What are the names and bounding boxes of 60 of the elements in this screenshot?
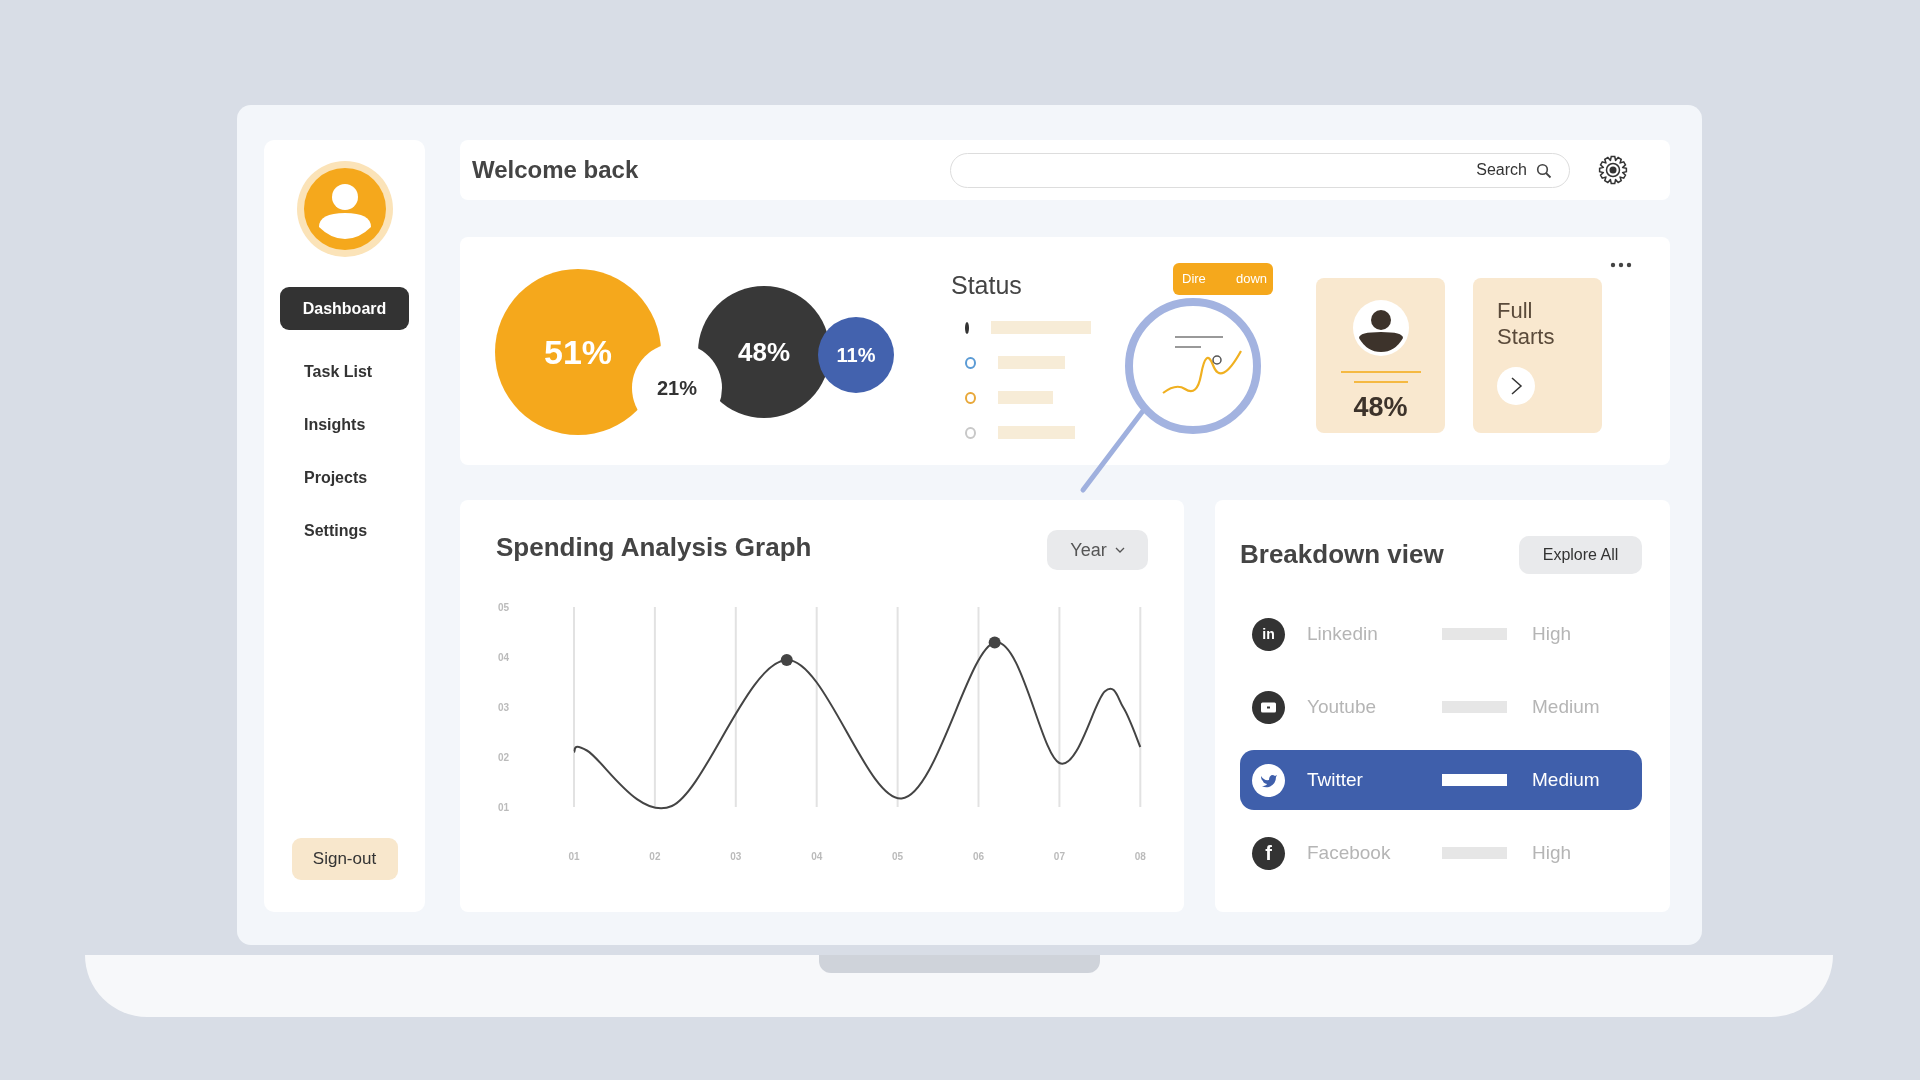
axis-label: 01 xyxy=(568,851,580,862)
logo-icon: in xyxy=(1252,617,1285,651)
placeholder-bar xyxy=(1442,701,1507,713)
priority-level: Medium xyxy=(1532,767,1600,792)
nav-item[interactable]: Projects xyxy=(280,456,409,499)
chevron-down-icon xyxy=(1114,547,1125,553)
axis-label: 04 xyxy=(498,652,510,663)
priority-level: Medium xyxy=(1532,694,1600,719)
profile-percentage: 48% xyxy=(1353,391,1408,424)
settings-icon[interactable] xyxy=(1598,155,1628,185)
status-bar xyxy=(997,391,1053,404)
chevron-right-icon xyxy=(1509,375,1523,396)
explore-all-button[interactable]: Explore All xyxy=(1519,536,1642,574)
screen-icon xyxy=(1252,690,1285,724)
data-point xyxy=(988,636,1001,649)
axis-label: 03 xyxy=(498,702,510,713)
page-title: Welcome back xyxy=(472,155,639,185)
axis-label: 07 xyxy=(1053,851,1065,862)
platform-name: Twitter xyxy=(1307,767,1364,792)
axis-label: 05 xyxy=(498,602,510,613)
axis-label: 08 xyxy=(1134,851,1146,862)
axis-label: 04 xyxy=(811,851,823,862)
platform-name: Linkedin xyxy=(1307,621,1379,646)
platform-name: Youtube xyxy=(1307,694,1378,719)
axis-label: 06 xyxy=(972,851,985,862)
nav-item[interactable]: Insights xyxy=(280,403,409,446)
axis-label: 01 xyxy=(498,802,510,813)
priority-level: High xyxy=(1532,840,1572,865)
nav-item[interactable]: Settings xyxy=(280,509,409,552)
bird-icon xyxy=(1252,763,1285,797)
more-icon[interactable] xyxy=(1610,262,1632,268)
percentage-bubble: 11% xyxy=(818,317,894,393)
card-label: Full Starts xyxy=(1497,298,1556,351)
period-dropdown[interactable]: Year xyxy=(1047,530,1148,570)
card-title: Breakdown view xyxy=(1240,539,1444,571)
placeholder-bar xyxy=(1442,628,1507,640)
avatar-icon xyxy=(294,159,395,259)
search-icon xyxy=(1536,162,1552,179)
nav-item[interactable]: Dashboard xyxy=(280,287,409,330)
person-icon xyxy=(1352,300,1409,356)
logo-icon: f xyxy=(1252,836,1285,870)
platform-name: Facebook xyxy=(1307,840,1392,865)
card-title: Spending Analysis Graph xyxy=(496,532,812,564)
axis-label: 03 xyxy=(730,851,742,862)
axis-label: 05 xyxy=(892,851,904,862)
search-field[interactable]: Search xyxy=(950,152,1570,188)
selected-row[interactable]: Twitter Medium xyxy=(1240,750,1642,810)
sign-out-button[interactable]: Sign-out xyxy=(291,838,398,880)
placeholder-bar xyxy=(1442,774,1507,786)
priority-level: High xyxy=(1532,621,1572,646)
tag-text: down xyxy=(1235,270,1267,289)
status-bar xyxy=(997,356,1065,369)
axis-label: 02 xyxy=(498,752,510,763)
next-button[interactable] xyxy=(1497,366,1535,405)
status-title: Status xyxy=(951,270,1023,300)
placeholder-bar xyxy=(1442,847,1507,859)
axis-label: 02 xyxy=(649,851,661,862)
tag-text: Dire xyxy=(1182,270,1206,289)
nav-item[interactable]: Task List xyxy=(280,350,409,393)
data-point xyxy=(780,654,793,666)
